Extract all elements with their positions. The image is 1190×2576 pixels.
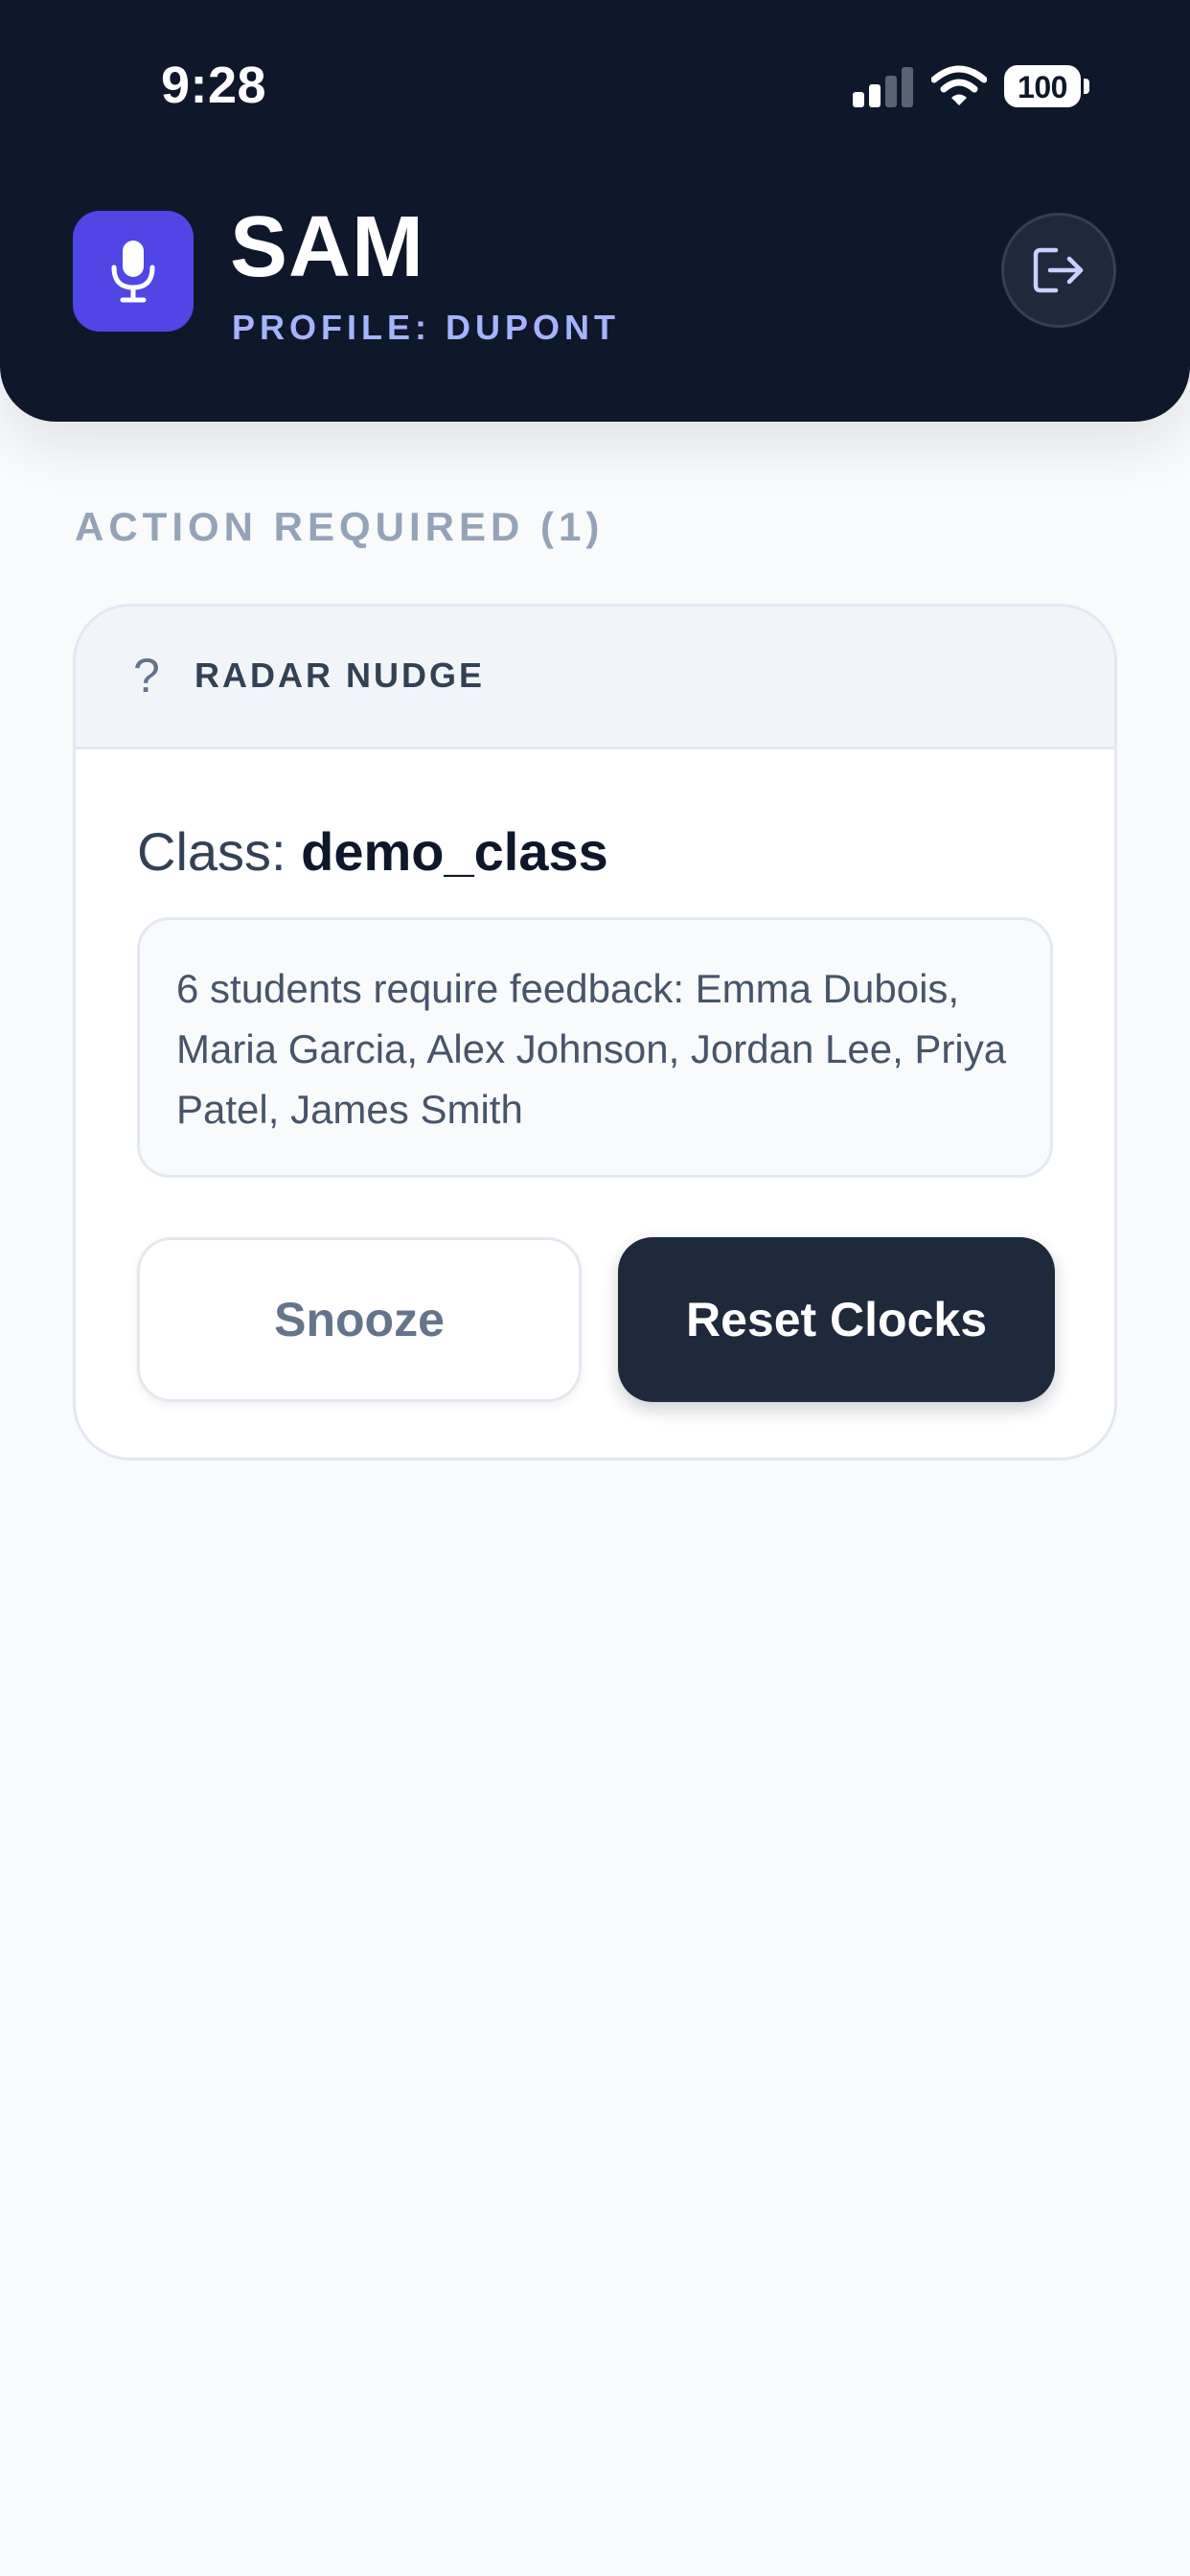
battery-percentage: 100 (1018, 70, 1067, 104)
app-title: SAM (230, 199, 424, 295)
class-name: demo_class (301, 821, 608, 882)
class-prefix: Class: (137, 821, 286, 882)
question-icon: ? (133, 649, 160, 702)
section-heading: ACTION REQUIRED (1) (75, 504, 605, 549)
profile-label: PROFILE: DUPONT (232, 308, 620, 347)
radar-nudge-card: ? RADAR NUDGE Class: demo_class 6 studen… (73, 604, 1117, 1460)
snooze-button[interactable]: Snooze (137, 1237, 582, 1402)
microphone-icon (73, 211, 194, 332)
battery-icon: 100 (1004, 65, 1081, 107)
status-time: 9:28 (161, 57, 267, 114)
card-header: ? RADAR NUDGE (76, 607, 1114, 749)
battery-cap (1084, 79, 1089, 94)
wifi-icon (931, 65, 987, 105)
reset-clocks-button[interactable]: Reset Clocks (618, 1237, 1055, 1402)
class-line: Class: demo_class (137, 819, 608, 885)
cellular-signal-icon (853, 67, 914, 107)
nudge-message: 6 students require feedback: Emma Dubois… (137, 917, 1053, 1178)
logout-button[interactable] (1001, 213, 1116, 328)
app-header: 9:28 100 SAM PROFILE: DUPONT (0, 0, 1190, 422)
logout-icon (1033, 247, 1084, 293)
card-type-label: RADAR NUDGE (195, 656, 485, 695)
